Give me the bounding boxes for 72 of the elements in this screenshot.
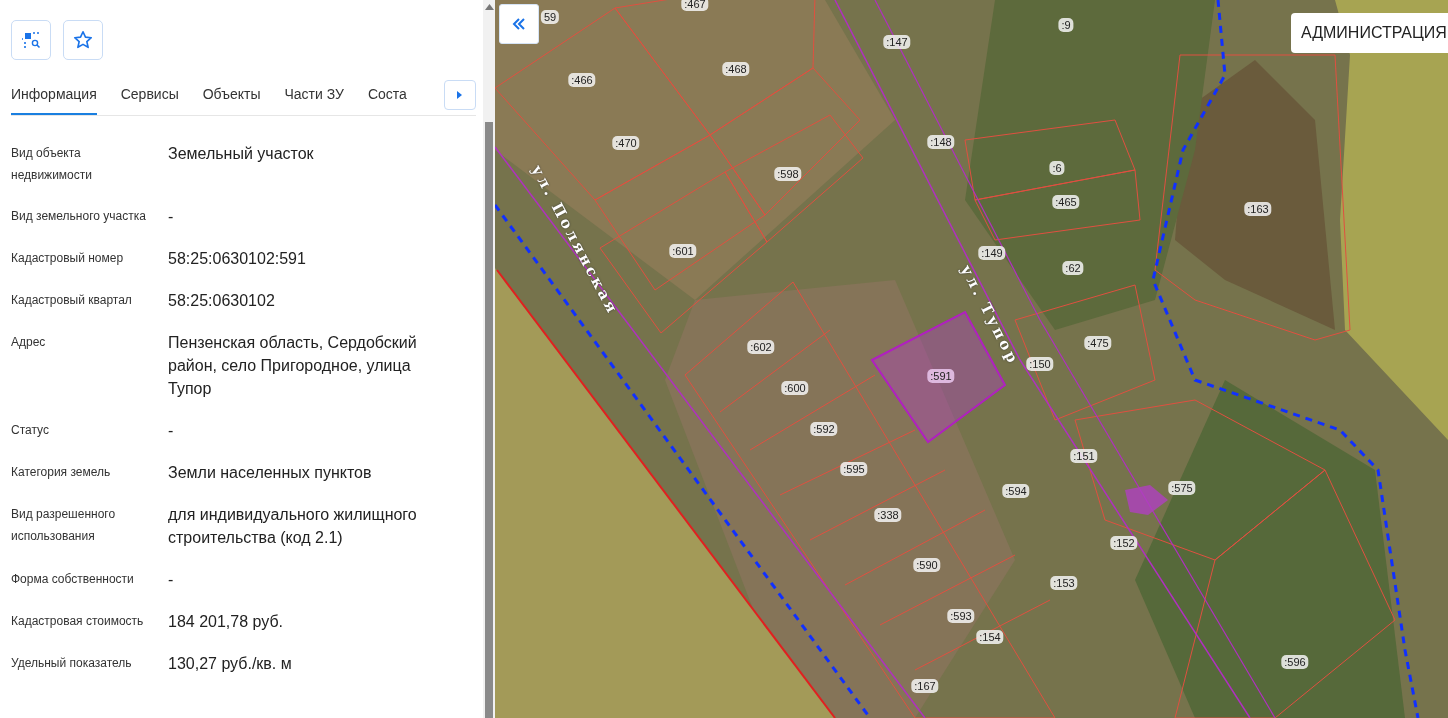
- tabs-scroll-button[interactable]: [444, 80, 476, 110]
- property-value: 58:25:0630102:591: [168, 249, 307, 269]
- parcel-number-label[interactable]: :147: [883, 35, 911, 49]
- parcel-number-label[interactable]: :467: [681, 0, 709, 11]
- parcel-number-label[interactable]: :595: [840, 462, 868, 476]
- star-icon: [72, 29, 94, 51]
- parcel-number-label[interactable]: :591: [927, 369, 955, 383]
- tab[interactable]: Соста: [367, 80, 407, 115]
- zoom-to-object-button[interactable]: [11, 20, 51, 60]
- parcel-number-label[interactable]: :62: [1062, 261, 1084, 275]
- scrollbar[interactable]: [483, 0, 495, 718]
- parcel-number-label[interactable]: :596: [1281, 655, 1309, 669]
- parcel-number-label[interactable]: :167: [911, 679, 939, 693]
- favorite-button[interactable]: [63, 20, 103, 60]
- property-label: Вид объекта недвижимости: [11, 145, 93, 184]
- parcel-number-label[interactable]: :594: [1002, 484, 1030, 498]
- parcel-number-label[interactable]: :466: [568, 73, 596, 87]
- scrollbar-thumb[interactable]: [485, 122, 493, 718]
- double-chevron-left-icon: [511, 16, 527, 32]
- parcel-number-label[interactable]: :6: [1049, 161, 1065, 175]
- parcel-number-label[interactable]: :154: [976, 630, 1004, 644]
- parcel-number-label[interactable]: :575: [1168, 481, 1196, 495]
- zoom-to-object-icon: [20, 29, 42, 51]
- parcel-number-label[interactable]: :590: [913, 558, 941, 572]
- property-label: Категория земель: [11, 464, 112, 481]
- property-label: Вид земельного участка: [11, 208, 147, 225]
- parcel-number-label[interactable]: :598: [774, 167, 802, 181]
- property-value: Земли населенных пунктов: [168, 463, 373, 483]
- parcel-number-label[interactable]: :601: [669, 244, 697, 258]
- parcel-number-label[interactable]: :148: [927, 135, 955, 149]
- building-outline: [1125, 485, 1168, 515]
- parcel-number-label[interactable]: :592: [810, 422, 838, 436]
- tab[interactable]: Сервисы: [120, 80, 179, 115]
- property-value: -: [168, 207, 175, 227]
- collapse-panel-button[interactable]: [499, 4, 539, 44]
- parcel-number-label[interactable]: :152: [1110, 536, 1138, 550]
- parcel-number-label[interactable]: :470: [612, 136, 640, 150]
- property-label: Кадастровый номер: [11, 250, 125, 267]
- parcel-number-label[interactable]: :338: [874, 508, 902, 522]
- parcel-number-label[interactable]: :151: [1070, 449, 1098, 463]
- property-label: Удельный показатель: [11, 655, 133, 672]
- tab[interactable]: Объекты: [202, 80, 261, 115]
- property-value: -: [168, 421, 175, 441]
- property-value: -: [168, 570, 175, 590]
- property-value: 184 201,78 руб.: [168, 612, 285, 632]
- property-value: Земельный участок: [168, 144, 315, 164]
- property-label: Кадастровый квартал: [11, 292, 133, 309]
- property-label: Вид разрешенного использования: [11, 506, 117, 545]
- tab[interactable]: Информация: [11, 80, 97, 115]
- scroll-up-icon[interactable]: [484, 4, 494, 10]
- property-value: Пензенская область, Сердобский район, село Пригородное, улица Тупор: [168, 333, 418, 399]
- property-value: 58:25:0630102: [168, 291, 276, 311]
- parcel-number-label[interactable]: :150: [1026, 357, 1054, 371]
- parcel-number-label[interactable]: :602: [747, 340, 775, 354]
- parcel-number-label[interactable]: :153: [1050, 576, 1078, 590]
- parcel-number-label[interactable]: :475: [1084, 336, 1112, 350]
- parcel-number-label[interactable]: :593: [947, 609, 975, 623]
- parcel-number-label[interactable]: :149: [978, 246, 1006, 260]
- property-label: Статус: [11, 422, 50, 439]
- caret-right-icon: [456, 90, 464, 100]
- tab[interactable]: Части ЗУ: [284, 80, 344, 115]
- parcel-number-label[interactable]: :600: [781, 381, 809, 395]
- property-label: Кадастровая стоимость: [11, 613, 145, 630]
- property-value: для индивидуального жилищного строительства (код 2.1): [168, 505, 418, 548]
- parcel-number-label[interactable]: :163: [1244, 202, 1272, 216]
- property-label: Форма собственности: [11, 571, 135, 588]
- parcel-number-label[interactable]: :465: [1052, 195, 1080, 209]
- parcel-number-label[interactable]: :9: [1058, 18, 1074, 32]
- parcel-number-label[interactable]: :468: [722, 62, 750, 76]
- map-layer-label[interactable]: АДМИНИСТРАЦИЯ: [1291, 13, 1448, 53]
- property-label: Адрес: [11, 334, 47, 351]
- property-value: 130,27 руб./кв. м: [168, 654, 293, 674]
